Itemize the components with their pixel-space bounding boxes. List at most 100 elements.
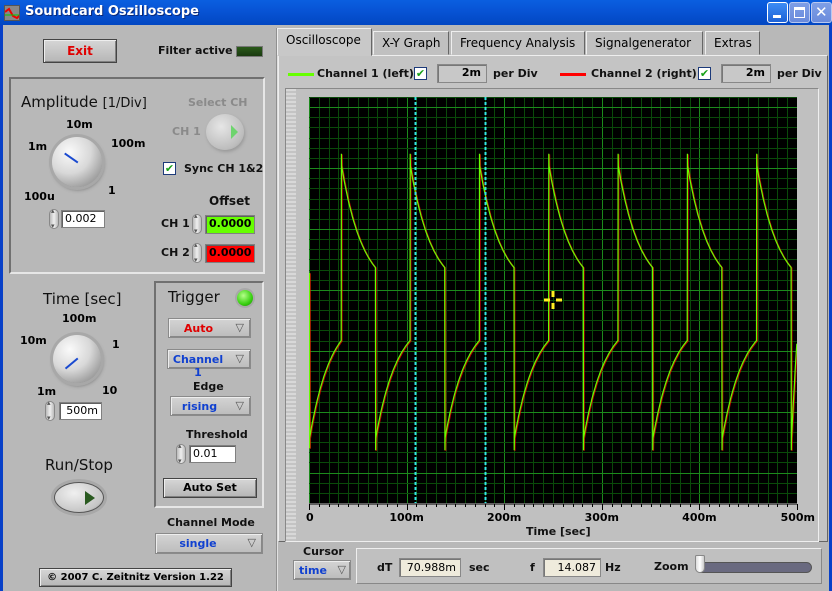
chevron-down-icon: ▽ bbox=[235, 352, 244, 365]
filter-active-led bbox=[236, 46, 263, 57]
close-button[interactable]: ✕ bbox=[811, 2, 832, 23]
tab-extras[interactable]: Extras bbox=[705, 31, 760, 55]
x-tick-label: 300m bbox=[585, 511, 619, 524]
channel1-color-swatch bbox=[288, 73, 314, 76]
zoom-slider-handle[interactable] bbox=[695, 555, 705, 573]
sync-ch-checkbox[interactable]: ✔ bbox=[163, 162, 176, 175]
trigger-threshold-spinner[interactable] bbox=[176, 442, 186, 465]
cursor-mode-dropdown[interactable]: time ▽ bbox=[293, 560, 351, 580]
oscilloscope-plot[interactable] bbox=[309, 97, 797, 503]
amplitude-knob[interactable] bbox=[52, 137, 102, 187]
frequency-label: f bbox=[530, 561, 535, 574]
trigger-channel-dropdown[interactable]: Channel 1 ▽ bbox=[167, 349, 251, 379]
dt-unit: sec bbox=[469, 561, 490, 574]
crosshair-arm bbox=[544, 298, 550, 302]
x-tick-label: 400m bbox=[682, 511, 716, 524]
offset-title: Offset bbox=[209, 194, 250, 208]
window-title: Soundcard Oszilloscope bbox=[25, 4, 199, 19]
select-ch-indicator-icon bbox=[231, 125, 238, 139]
amplitude-value-field[interactable]: 0.002 bbox=[61, 210, 105, 228]
chevron-down-icon: ▽ bbox=[235, 399, 244, 412]
select-ch-label: Select CH bbox=[188, 96, 248, 109]
graph-left-bevel bbox=[286, 89, 296, 541]
offset-ch2-field[interactable]: 0.0000 bbox=[205, 244, 255, 263]
amplitude-knob-pointer bbox=[64, 152, 79, 164]
auto-set-button[interactable]: Auto Set bbox=[163, 478, 257, 498]
app-icon bbox=[4, 5, 20, 21]
run-stop-label: Run/Stop bbox=[45, 456, 113, 474]
minimize-button[interactable] bbox=[767, 2, 788, 23]
chevron-down-icon: ▽ bbox=[235, 321, 244, 334]
crosshair-arm bbox=[556, 298, 562, 302]
time-knob[interactable] bbox=[53, 335, 101, 383]
trigger-group bbox=[154, 281, 264, 508]
channel-mode-dropdown[interactable]: single ▽ bbox=[155, 533, 263, 554]
tab-oscilloscope[interactable]: Oscilloscope bbox=[277, 28, 372, 56]
tab-signalgenerator[interactable]: Signalgenerator bbox=[586, 31, 703, 55]
filter-active-label: Filter active bbox=[158, 44, 233, 57]
x-tick-label: 0 bbox=[306, 511, 314, 524]
offset-ch1-label: CH 1 bbox=[161, 217, 190, 230]
select-ch-toggle[interactable] bbox=[206, 114, 244, 150]
channel1-enable-checkbox[interactable]: ✔ bbox=[414, 67, 427, 80]
amplitude-spinner[interactable] bbox=[49, 207, 59, 230]
cursor-mode-value: time bbox=[299, 564, 327, 577]
amplitude-title-text: Amplitude bbox=[21, 93, 98, 111]
trigger-mode-dropdown[interactable]: Auto ▽ bbox=[168, 318, 251, 338]
zoom-slider-track[interactable] bbox=[695, 562, 812, 573]
trigger-mode-value: Auto bbox=[183, 322, 214, 335]
amplitude-title: Amplitude [1/Div] bbox=[21, 93, 147, 111]
time-tick-1m: 1m bbox=[37, 385, 57, 398]
time-tick-100m: 100m bbox=[62, 312, 97, 325]
time-tick-10m: 10m bbox=[20, 334, 47, 347]
channel-mode-label: Channel Mode bbox=[167, 516, 255, 529]
channel2-enable-checkbox[interactable]: ✔ bbox=[698, 67, 711, 80]
chevron-down-icon: ▽ bbox=[247, 536, 256, 549]
tab-xy-graph[interactable]: X-Y Graph bbox=[373, 31, 449, 55]
exit-button[interactable]: Exit bbox=[43, 39, 117, 63]
trigger-led bbox=[237, 290, 253, 306]
channel1-label: Channel 1 (left) bbox=[317, 67, 414, 80]
offset-ch1-spinner[interactable] bbox=[192, 212, 202, 235]
channel1-per-div-field[interactable]: 2m bbox=[437, 64, 487, 83]
channel2-per-div-field[interactable]: 2m bbox=[721, 64, 771, 83]
x-tick-label: 500m bbox=[781, 511, 815, 524]
maximize-icon bbox=[794, 7, 805, 18]
x-tick-label: 100m bbox=[389, 511, 423, 524]
channel2-per-div-label: per Div bbox=[777, 67, 822, 80]
maximize-button[interactable] bbox=[789, 2, 810, 23]
channel2-color-swatch bbox=[560, 73, 586, 76]
crosshair-arm bbox=[551, 303, 555, 309]
close-icon: ✕ bbox=[815, 3, 828, 21]
run-stop-button[interactable] bbox=[54, 482, 104, 513]
offset-ch2-spinner[interactable] bbox=[192, 241, 202, 264]
window-frame-left bbox=[0, 25, 3, 591]
time-value-field[interactable]: 500m bbox=[59, 402, 102, 420]
offset-ch1-field[interactable]: 0.0000 bbox=[205, 215, 255, 234]
chevron-down-icon: ▽ bbox=[337, 563, 346, 576]
x-tick-label: 200m bbox=[487, 511, 521, 524]
trigger-threshold-field[interactable]: 0.01 bbox=[189, 445, 236, 463]
oscilloscope-plot-svg bbox=[309, 97, 797, 503]
time-spinner[interactable] bbox=[45, 399, 55, 422]
amplitude-tick-10m: 10m bbox=[66, 118, 93, 131]
amplitude-tick-100u: 100u bbox=[24, 190, 55, 203]
copyright-label: © 2007 C. Zeitnitz Version 1.22 bbox=[39, 568, 232, 587]
amplitude-tick-1: 1 bbox=[108, 184, 116, 197]
tab-frequency-analysis[interactable]: Frequency Analysis bbox=[451, 31, 585, 55]
time-title: Time [sec] bbox=[43, 290, 122, 308]
trigger-title: Trigger bbox=[168, 288, 220, 306]
trigger-edge-dropdown[interactable]: rising ▽ bbox=[170, 396, 251, 416]
frequency-value-field: 14.087 bbox=[543, 558, 601, 577]
cursor-label: Cursor bbox=[303, 545, 344, 558]
trigger-channel-value: Channel 1 bbox=[172, 353, 224, 379]
amplitude-unit: [1/Div] bbox=[102, 96, 147, 111]
dt-label: dT bbox=[377, 561, 393, 574]
play-icon bbox=[85, 491, 95, 505]
trigger-edge-value: rising bbox=[181, 400, 218, 413]
trigger-edge-label: Edge bbox=[193, 380, 224, 393]
offset-ch2-label: CH 2 bbox=[161, 246, 190, 259]
x-axis-label: Time [sec] bbox=[526, 525, 591, 538]
zoom-label: Zoom bbox=[654, 560, 689, 573]
time-tick-10: 10 bbox=[102, 384, 118, 397]
